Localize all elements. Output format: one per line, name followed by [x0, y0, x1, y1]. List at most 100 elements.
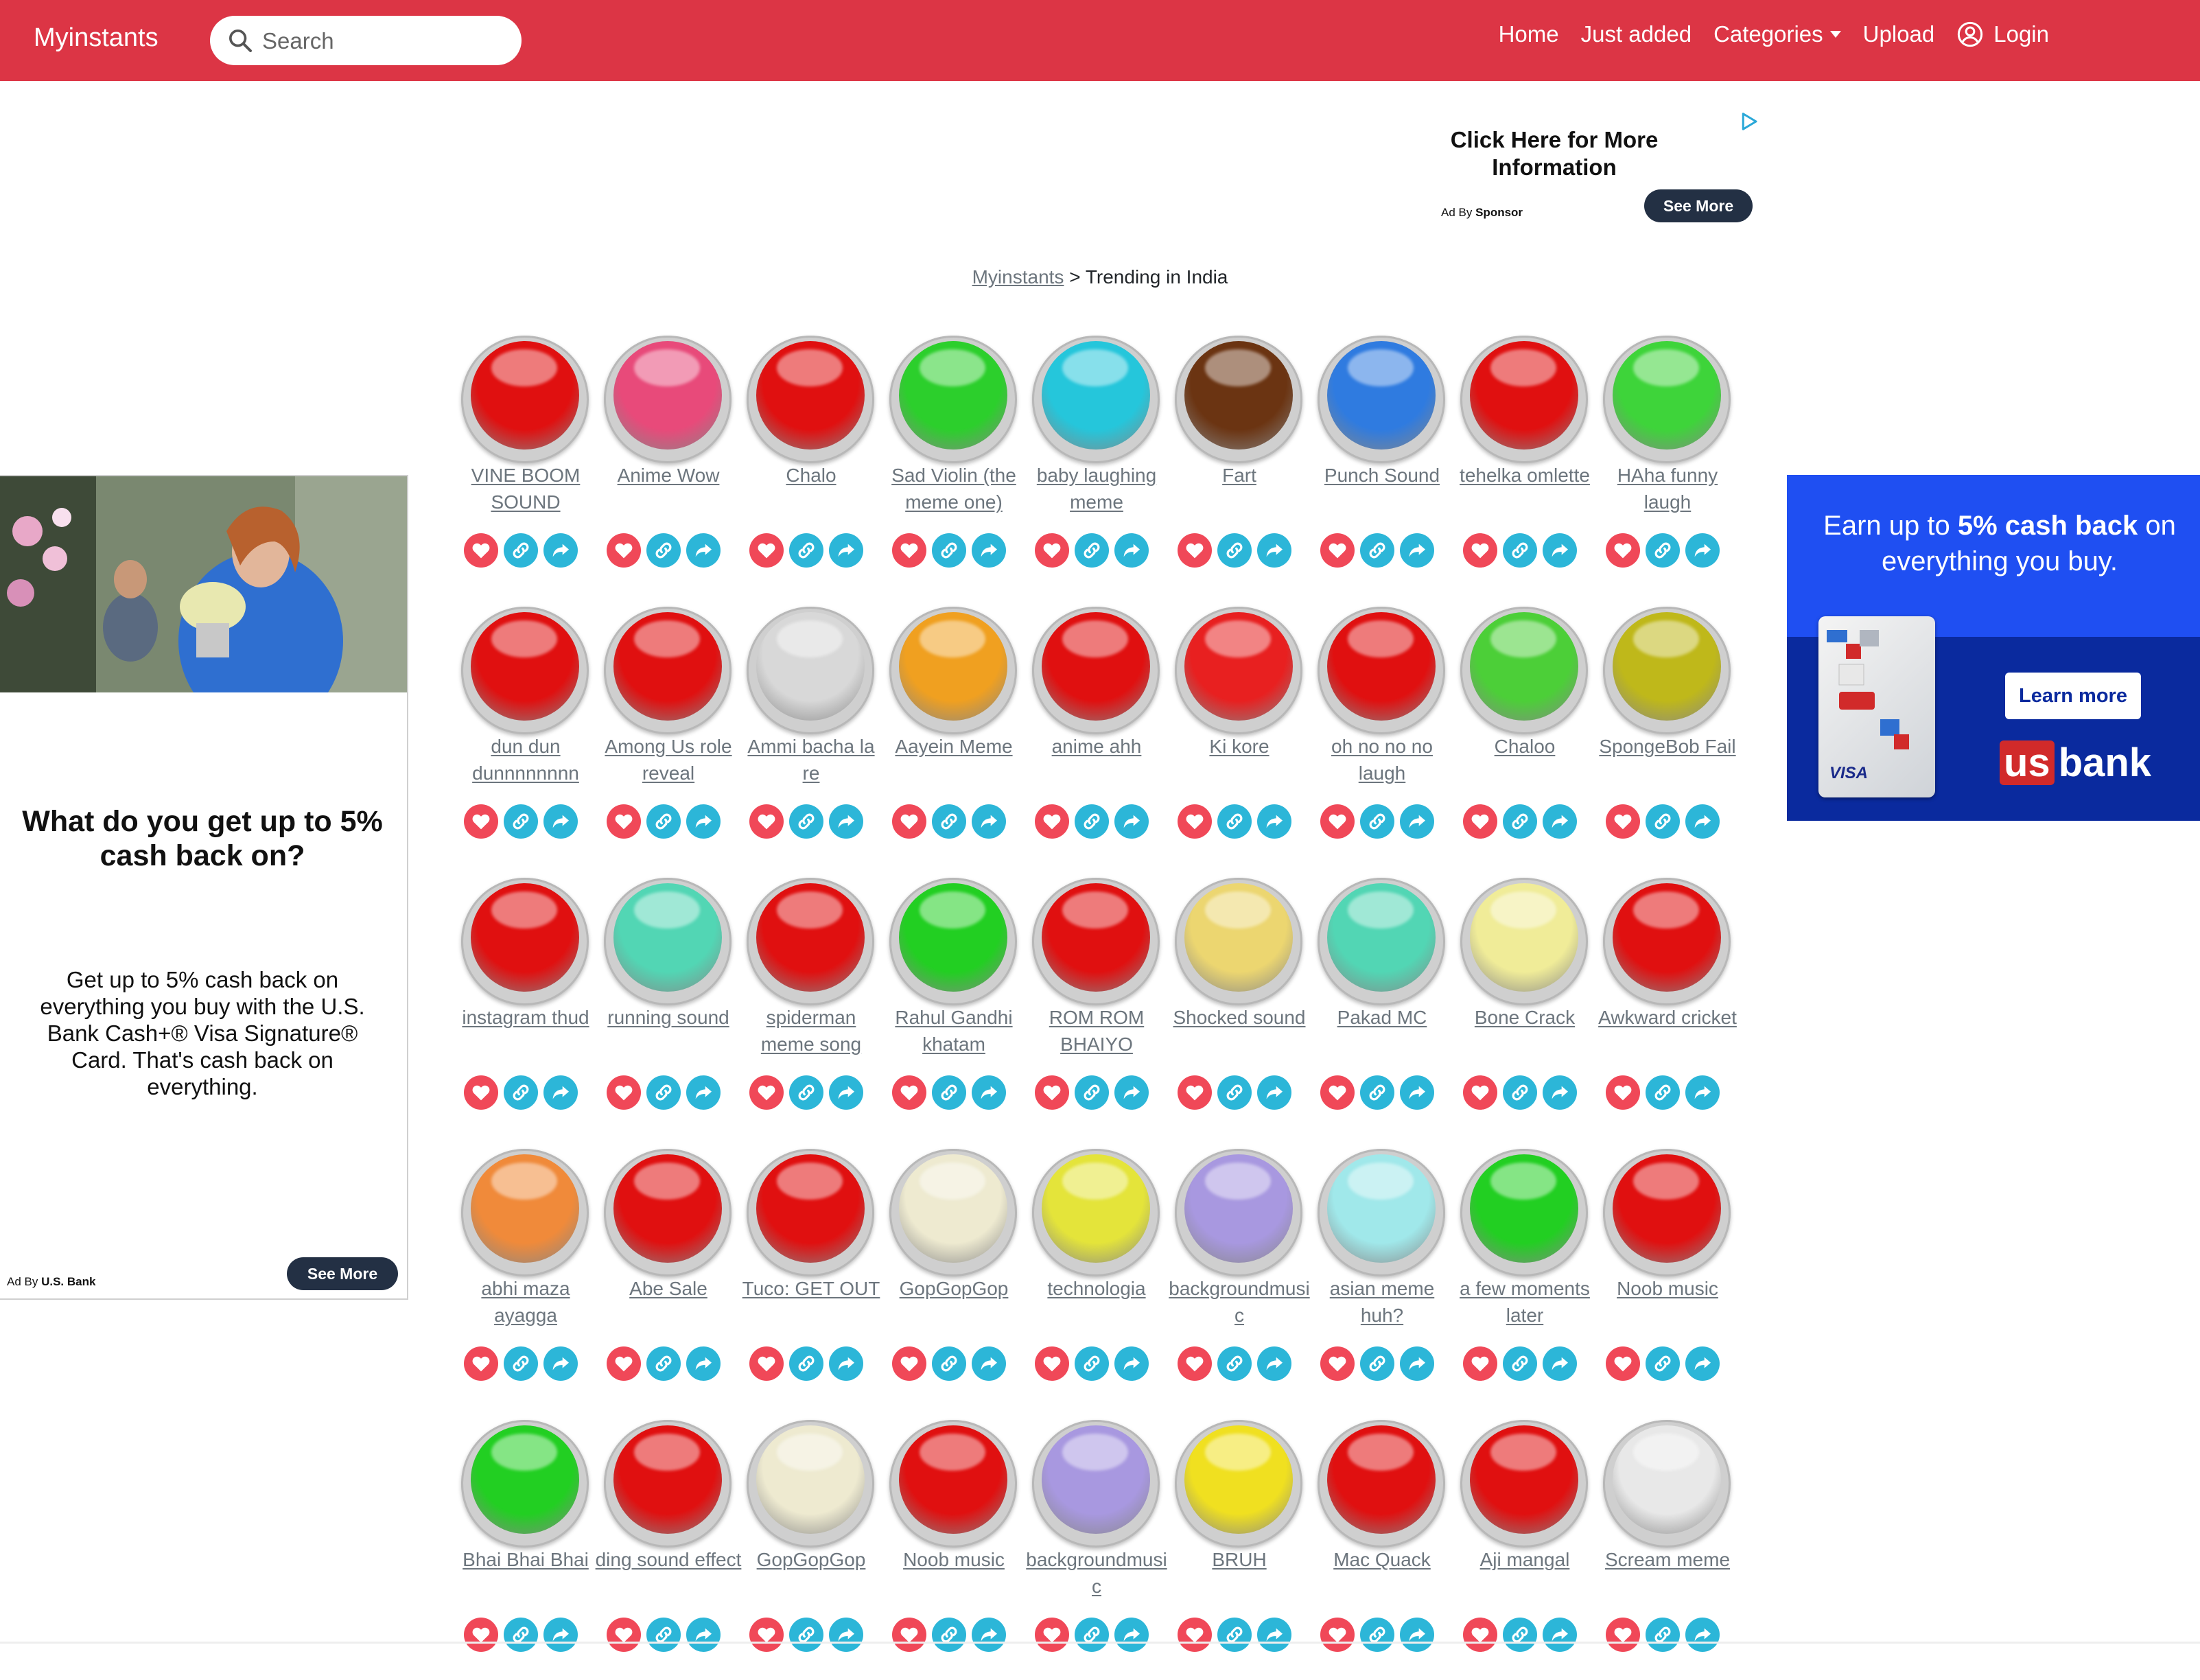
sound-label[interactable]: backgroundmusic — [1022, 1546, 1171, 1600]
share-button[interactable] — [686, 1618, 721, 1652]
copy-link-button[interactable] — [932, 804, 966, 839]
share-button[interactable] — [1400, 1618, 1434, 1652]
share-button[interactable] — [829, 1075, 863, 1110]
play-sound-button[interactable] — [1460, 1149, 1588, 1276]
favorite-button[interactable] — [1320, 1618, 1355, 1652]
sound-label[interactable]: GopGopGop — [737, 1546, 885, 1573]
share-button[interactable] — [1257, 533, 1291, 568]
nav-login[interactable]: Login — [1956, 21, 2049, 48]
sound-label[interactable]: Awkward cricket — [1593, 1004, 1742, 1031]
copy-link-button[interactable] — [1503, 533, 1537, 568]
copy-link-button[interactable] — [932, 533, 966, 568]
share-button[interactable] — [1685, 1346, 1720, 1381]
share-button[interactable] — [1257, 1618, 1291, 1652]
favorite-button[interactable] — [607, 533, 641, 568]
favorite-button[interactable] — [1606, 1346, 1640, 1381]
play-sound-button[interactable] — [604, 1420, 732, 1548]
play-sound-button[interactable] — [889, 336, 1017, 463]
favorite-button[interactable] — [1606, 533, 1640, 568]
sound-label[interactable]: baby laughing meme — [1022, 462, 1171, 515]
play-sound-button[interactable] — [1318, 336, 1445, 463]
play-sound-button[interactable] — [747, 1149, 874, 1276]
favorite-button[interactable] — [1463, 1618, 1497, 1652]
favorite-button[interactable] — [1463, 1346, 1497, 1381]
play-sound-button[interactable] — [1603, 336, 1731, 463]
copy-link-button[interactable] — [1075, 533, 1109, 568]
sound-label[interactable]: Anime Wow — [594, 462, 742, 489]
copy-link-button[interactable] — [1075, 1618, 1109, 1652]
copy-link-button[interactable] — [1503, 1618, 1537, 1652]
sound-label[interactable]: asian meme huh? — [1308, 1275, 1456, 1329]
copy-link-button[interactable] — [1360, 1075, 1394, 1110]
favorite-button[interactable] — [1035, 1075, 1069, 1110]
favorite-button[interactable] — [607, 1075, 641, 1110]
play-sound-button[interactable] — [1603, 607, 1731, 734]
copy-link-button[interactable] — [1360, 804, 1394, 839]
favorite-button[interactable] — [1606, 804, 1640, 839]
copy-link-button[interactable] — [932, 1346, 966, 1381]
copy-link-button[interactable] — [1646, 533, 1680, 568]
share-button[interactable] — [543, 1618, 578, 1652]
play-sound-button[interactable] — [604, 878, 732, 1005]
favorite-button[interactable] — [1035, 1618, 1069, 1652]
favorite-button[interactable] — [464, 1346, 498, 1381]
play-sound-button[interactable] — [747, 1420, 874, 1548]
copy-link-button[interactable] — [504, 1075, 538, 1110]
favorite-button[interactable] — [1463, 533, 1497, 568]
favorite-button[interactable] — [1178, 533, 1212, 568]
play-sound-button[interactable] — [889, 607, 1017, 734]
copy-link-button[interactable] — [1075, 1346, 1109, 1381]
favorite-button[interactable] — [464, 804, 498, 839]
sound-label[interactable]: Pakad MC — [1308, 1004, 1456, 1031]
play-sound-button[interactable] — [1460, 607, 1588, 734]
sound-label[interactable]: dun dun dunnnnnnnn — [452, 733, 600, 786]
play-sound-button[interactable] — [461, 336, 589, 463]
share-button[interactable] — [1685, 1618, 1720, 1652]
copy-link-button[interactable] — [504, 1618, 538, 1652]
copy-link-button[interactable] — [646, 1075, 681, 1110]
play-sound-button[interactable] — [747, 336, 874, 463]
favorite-button[interactable] — [892, 1618, 926, 1652]
share-button[interactable] — [686, 804, 721, 839]
share-button[interactable] — [1685, 533, 1720, 568]
sound-label[interactable]: tehelka omlette — [1451, 462, 1599, 489]
favorite-button[interactable] — [1463, 804, 1497, 839]
favorite-button[interactable] — [749, 1075, 784, 1110]
share-button[interactable] — [1400, 804, 1434, 839]
play-sound-button[interactable] — [1175, 336, 1302, 463]
sound-label[interactable]: Noob music — [1593, 1275, 1742, 1302]
favorite-button[interactable] — [1178, 1075, 1212, 1110]
sound-label[interactable]: Tuco: GET OUT — [737, 1275, 885, 1302]
left-sidebar-ad[interactable]: What do you get up to 5% cash back on? G… — [0, 475, 408, 1300]
sound-label[interactable]: Chalo — [737, 462, 885, 489]
play-sound-button[interactable] — [889, 878, 1017, 1005]
play-sound-button[interactable] — [461, 1420, 589, 1548]
sound-label[interactable]: ROM ROM BHAIYO — [1022, 1004, 1171, 1058]
sound-label[interactable]: Fart — [1165, 462, 1313, 489]
copy-link-button[interactable] — [932, 1618, 966, 1652]
copy-link-button[interactable] — [646, 533, 681, 568]
adchoices-icon[interactable] — [1739, 111, 1759, 132]
sound-label[interactable]: technologia — [1022, 1275, 1171, 1302]
sound-label[interactable]: Shocked sound — [1165, 1004, 1313, 1031]
share-button[interactable] — [1400, 1075, 1434, 1110]
right-sidebar-ad[interactable]: Earn up to 5% cash back on everything yo… — [1787, 475, 2200, 821]
sound-label[interactable]: Aayein Meme — [880, 733, 1028, 760]
copy-link-button[interactable] — [504, 1346, 538, 1381]
share-button[interactable] — [1543, 1618, 1577, 1652]
sound-label[interactable]: Aji mangal — [1451, 1546, 1599, 1573]
play-sound-button[interactable] — [604, 336, 732, 463]
sound-label[interactable]: instagram thud — [452, 1004, 600, 1031]
play-sound-button[interactable] — [1460, 1420, 1588, 1548]
sound-label[interactable]: HAha funny laugh — [1593, 462, 1742, 515]
play-sound-button[interactable] — [1318, 1149, 1445, 1276]
play-sound-button[interactable] — [461, 1149, 589, 1276]
share-button[interactable] — [543, 1075, 578, 1110]
favorite-button[interactable] — [1035, 533, 1069, 568]
see-more-button[interactable]: See More — [1644, 189, 1753, 222]
play-sound-button[interactable] — [604, 1149, 732, 1276]
share-button[interactable] — [1543, 1346, 1577, 1381]
sound-label[interactable]: Rahul Gandhi khatam — [880, 1004, 1028, 1058]
favorite-button[interactable] — [464, 1075, 498, 1110]
favorite-button[interactable] — [1606, 1618, 1640, 1652]
